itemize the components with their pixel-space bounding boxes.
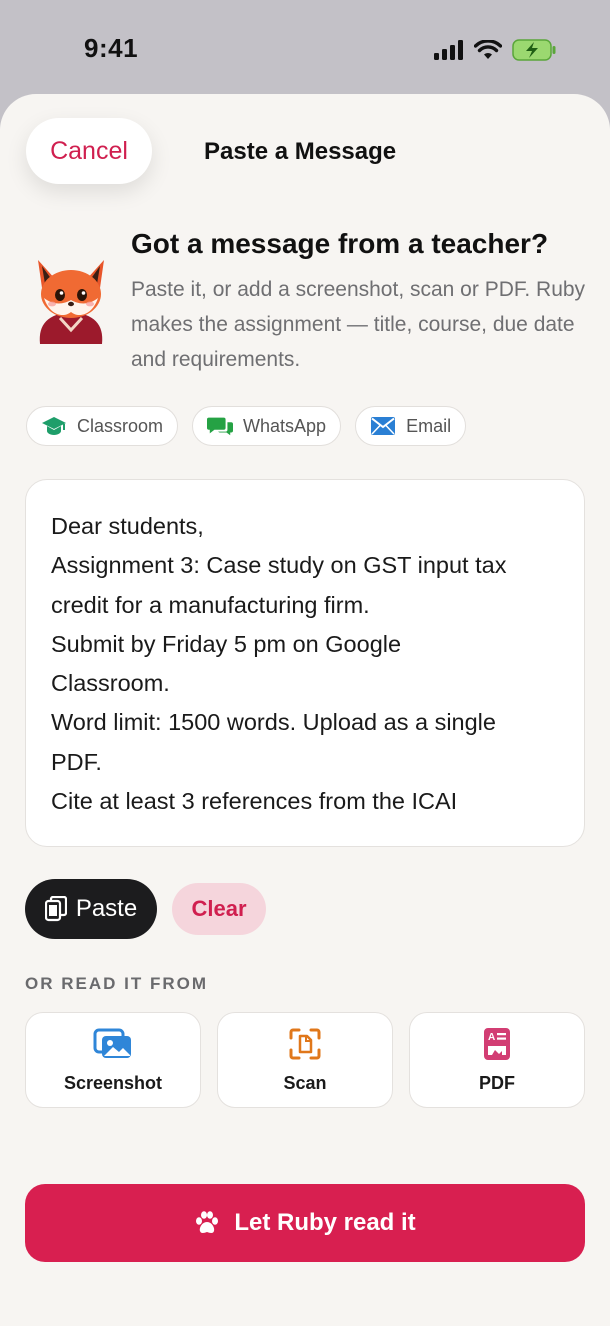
chip-classroom[interactable]: Classroom xyxy=(26,406,179,446)
svg-text:A: A xyxy=(488,1032,495,1043)
graduation-cap-icon xyxy=(41,415,67,437)
chip-label: Classroom xyxy=(77,415,164,436)
chip-label: WhatsApp xyxy=(243,415,327,436)
intro-title: Got a message from a teacher? xyxy=(131,228,549,259)
source-label: Screenshot xyxy=(63,1073,163,1093)
chip-whatsapp[interactable]: WhatsApp xyxy=(192,406,342,446)
paste-label: Paste xyxy=(75,895,138,922)
status-icons xyxy=(434,39,556,61)
scan-source-button[interactable]: Scan xyxy=(217,1012,393,1108)
paw-icon xyxy=(196,1211,219,1233)
cta-label: Let Ruby read it xyxy=(234,1209,416,1236)
message-line: Cite at least 3 references from the ICAI xyxy=(51,788,458,815)
cellular-signal-icon xyxy=(434,40,463,60)
message-line: Submit by Friday 5 pm on Google xyxy=(51,630,402,657)
message-line: Word limit: 1500 words. Upload as a sing… xyxy=(51,709,496,736)
read-from-heading: OR READ IT FROM xyxy=(25,974,208,993)
message-textarea[interactable]: Dear students, Assignment 3: Case study … xyxy=(25,479,585,847)
screenshot-source-button[interactable]: Screenshot xyxy=(25,1012,201,1108)
source-label: Scan xyxy=(283,1073,327,1093)
message-line: PDF. xyxy=(51,748,102,775)
document-scan-icon xyxy=(289,1027,321,1061)
source-label: PDF xyxy=(479,1073,515,1093)
pdf-source-button[interactable]: A PDF xyxy=(409,1012,585,1108)
message-line: Assignment 3: Case study on GST input ta… xyxy=(51,552,507,579)
let-ruby-read-button[interactable]: Let Ruby read it xyxy=(25,1184,585,1262)
chip-email[interactable]: Email xyxy=(355,406,467,446)
envelope-icon xyxy=(370,415,396,437)
status-bar: 9:41 xyxy=(0,0,610,96)
chat-bubbles-icon xyxy=(207,415,234,437)
message-line: Dear students, xyxy=(51,513,204,539)
paste-message-sheet: Cancel Paste a Message Got a message fro… xyxy=(0,94,610,1326)
battery-charging-icon xyxy=(512,39,556,61)
paste-button[interactable]: Paste xyxy=(25,879,157,939)
wifi-icon xyxy=(474,40,502,59)
cancel-button[interactable]: Cancel xyxy=(26,118,152,184)
message-line: credit for a manufacturing firm. xyxy=(51,591,370,618)
clear-button[interactable]: Clear xyxy=(172,883,266,935)
intro-description: Paste it, or add a screenshot, scan or P… xyxy=(131,278,586,371)
source-chips: Classroom WhatsApp Email xyxy=(26,406,467,446)
pdf-document-icon: A xyxy=(484,1027,510,1061)
message-line: Classroom. xyxy=(51,670,170,697)
clipboard-icon xyxy=(44,896,67,922)
images-icon xyxy=(93,1027,133,1061)
chip-label: Email xyxy=(406,415,452,436)
fox-mascot-icon xyxy=(38,260,104,344)
sheet-title: Paste a Message xyxy=(204,138,397,165)
status-time: 9:41 xyxy=(84,33,139,63)
